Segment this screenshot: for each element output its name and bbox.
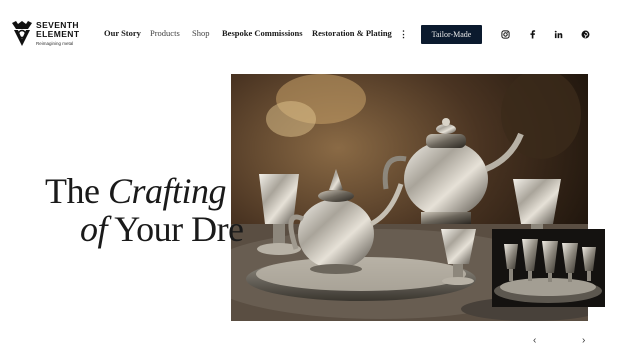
tailor-made-button[interactable]: Tailor-Made	[421, 25, 482, 44]
headline-line2: of Your Dre	[80, 210, 244, 248]
carousel-next-arrow-icon[interactable]: ›	[582, 335, 585, 343]
nav-item-products[interactable]: Products	[150, 28, 180, 38]
headline-word-the: The	[45, 172, 100, 211]
inset-image-silver-goblets	[492, 229, 605, 307]
headline-word-your-dreams: Your Dre	[114, 209, 244, 249]
headline-word-of: of	[80, 209, 108, 249]
brand-tagline: Reimagining metal	[36, 41, 74, 46]
site-header: SEVENTH ELEMENT Reimagining metal Our St…	[0, 0, 620, 70]
facebook-icon[interactable]	[527, 29, 537, 39]
nav-more-menu-icon[interactable]: ⋮	[399, 29, 408, 40]
logo-emblem-icon	[12, 21, 32, 46]
linkedin-icon[interactable]	[553, 29, 563, 39]
nav-item-restoration-plating[interactable]: Restoration & Plating	[312, 28, 392, 38]
brand-logo[interactable]: SEVENTH ELEMENT Reimagining metal	[10, 20, 82, 50]
instagram-icon[interactable]	[500, 29, 510, 39]
pinterest-icon[interactable]	[580, 29, 590, 39]
nav-item-shop[interactable]: Shop	[192, 28, 209, 38]
headline-line1: The Crafting	[45, 172, 227, 211]
brand-name: SEVENTH ELEMENT	[36, 21, 79, 39]
carousel-prev-arrow-icon[interactable]: ‹	[533, 335, 536, 343]
headline-word-crafting: Crafting	[107, 172, 227, 211]
brand-name-line2: ELEMENT	[36, 29, 80, 39]
nav-item-our-story[interactable]: Our Story	[104, 28, 141, 38]
nav-item-bespoke-commissions[interactable]: Bespoke Commissions	[222, 28, 303, 38]
